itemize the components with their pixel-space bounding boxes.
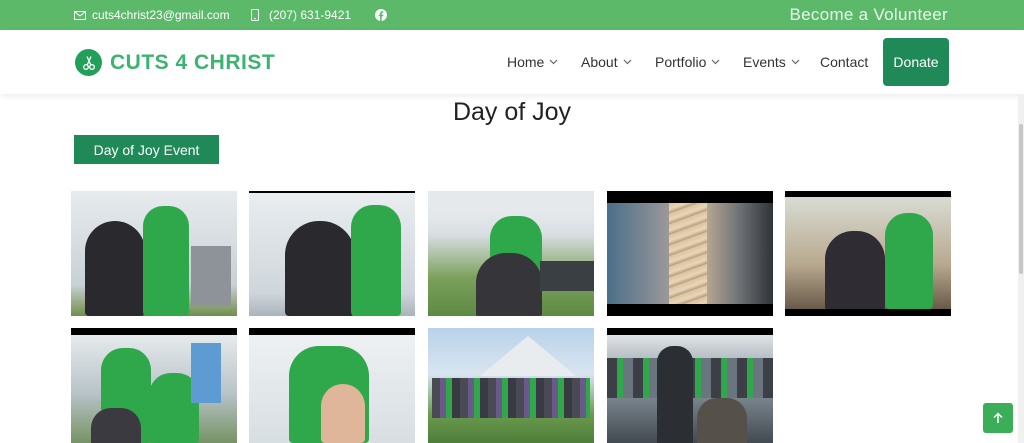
photo-braid	[669, 203, 707, 304]
photo-chair	[191, 246, 231, 306]
gallery-photo[interactable]	[71, 191, 237, 316]
gallery-photo[interactable]	[249, 191, 415, 316]
nav-contact-label: Contact	[820, 54, 869, 70]
mobile-phone-icon	[251, 9, 259, 21]
page-title: Day of Joy	[452, 98, 572, 126]
photo-person-seated	[91, 408, 141, 443]
become-volunteer-link[interactable]: Become a Volunteer	[790, 0, 949, 30]
gallery-photo[interactable]	[428, 328, 594, 443]
email-text: cuts4christ23@gmail.com	[92, 8, 230, 22]
nav-contact[interactable]: Contact	[820, 30, 868, 94]
photo-person-standing	[351, 205, 401, 316]
gallery-photo[interactable]	[785, 191, 951, 316]
gallery-photo[interactable]	[428, 191, 594, 316]
scroll-to-top-button[interactable]	[983, 403, 1013, 433]
photo-crowd	[432, 378, 590, 418]
phone-text: (207) 631-9421	[269, 8, 352, 22]
site-header: CUTS 4 CHRIST Home About Portfolio Event…	[0, 30, 1024, 94]
photo-person-background	[191, 343, 221, 403]
scissors-icon	[75, 49, 102, 76]
email-link[interactable]: cuts4christ23@gmail.com	[74, 0, 230, 30]
photo-person-seated	[825, 231, 885, 309]
day-of-joy-event-button[interactable]: Day of Joy Event	[74, 135, 219, 164]
chevron-down-icon	[549, 59, 558, 65]
site-logo[interactable]: CUTS 4 CHRIST	[75, 49, 275, 76]
nav-events-label: Events	[743, 54, 786, 70]
facebook-icon	[375, 9, 387, 21]
brand-name: CUTS 4 CHRIST	[110, 50, 276, 74]
photo-person-seated	[85, 221, 145, 316]
page-scrollbar[interactable]	[1018, 94, 1024, 443]
chevron-down-icon	[711, 59, 720, 65]
nav-about-label: About	[581, 54, 618, 70]
gallery-photo[interactable]	[249, 328, 415, 443]
photo-person-standing	[143, 206, 189, 316]
photo-table	[540, 261, 594, 291]
photo-person-seated	[285, 221, 355, 316]
nav-events[interactable]: Events	[743, 30, 800, 94]
chevron-down-icon	[623, 59, 632, 65]
photo-person-seated	[321, 384, 365, 443]
facebook-link[interactable]	[375, 0, 393, 30]
phone-link[interactable]: (207) 631-9421	[251, 0, 351, 30]
gallery-photo[interactable]	[71, 328, 237, 443]
photo-tent	[428, 191, 594, 213]
arrow-up-icon	[993, 412, 1003, 423]
gallery-photo[interactable]	[607, 191, 773, 316]
nav-about[interactable]: About	[581, 30, 632, 94]
nav-home-label: Home	[507, 54, 545, 70]
photo-person-standing	[885, 213, 933, 309]
nav-portfolio[interactable]: Portfolio	[655, 30, 720, 94]
chevron-down-icon	[791, 59, 800, 65]
nav-portfolio-label: Portfolio	[655, 54, 707, 70]
gallery-photo[interactable]	[607, 328, 773, 443]
photo-person-seated	[476, 253, 542, 316]
top-bar: cuts4christ23@gmail.com (207) 631-9421 B…	[0, 0, 1024, 30]
nav-home[interactable]: Home	[507, 30, 558, 94]
scrollbar-thumb[interactable]	[1019, 124, 1023, 274]
donate-button[interactable]: Donate	[883, 38, 949, 86]
photo-person-standing	[657, 346, 693, 443]
photo-person-seated	[697, 398, 747, 443]
envelope-icon	[74, 10, 86, 20]
